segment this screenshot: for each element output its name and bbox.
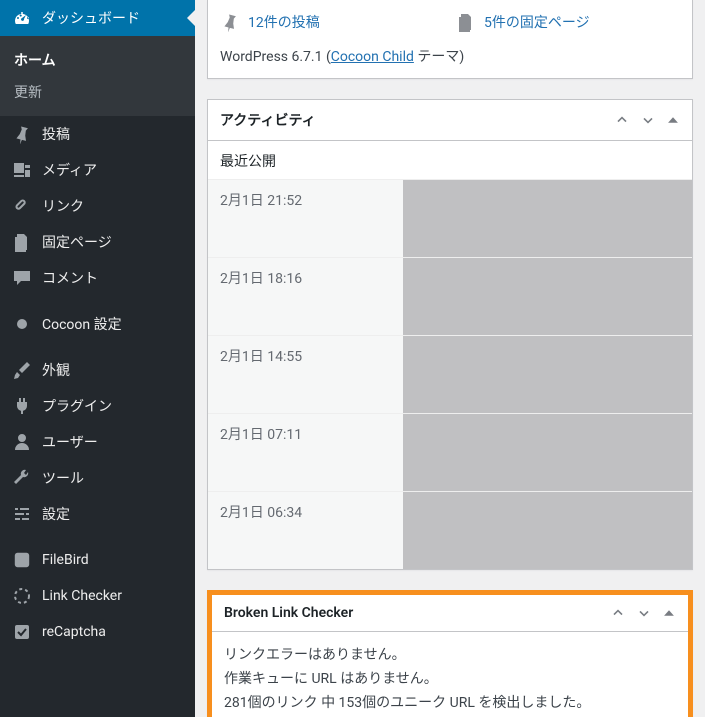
- wp-version: WordPress 6.7.1 (Cocoon Child テーマ): [220, 46, 680, 66]
- sidebar-label: Link Checker: [42, 588, 122, 604]
- sidebar-item-filebird[interactable]: FileBird: [0, 542, 195, 578]
- user-icon: [12, 432, 32, 452]
- sidebar-label: プラグイン: [42, 396, 112, 416]
- sidebar-item-media[interactable]: メディア: [0, 152, 195, 188]
- toggle-icon[interactable]: [666, 112, 680, 128]
- recent-label: 最近公開: [208, 141, 692, 179]
- sidebar-label: コメント: [42, 268, 98, 288]
- sidebar-item-links[interactable]: リンク: [0, 188, 195, 224]
- sidebar-label: 設定: [42, 504, 70, 524]
- sidebar-item-settings[interactable]: 設定: [0, 496, 195, 532]
- activity-row[interactable]: 2月1日 06:34: [208, 491, 692, 569]
- circle-icon: [12, 314, 32, 334]
- activity-time: 2月1日 07:11: [208, 414, 403, 491]
- media-icon: [12, 160, 32, 180]
- linkchecker-icon: [12, 586, 32, 606]
- move-down-icon[interactable]: [636, 605, 652, 621]
- glance-pages: 5件の固定ページ: [456, 12, 680, 32]
- main-content: 12件の投稿 5件の固定ページ WordPress 6.7.1 (Cocoon …: [195, 0, 705, 717]
- activity-thumb: [403, 492, 692, 569]
- sidebar-item-cocoon[interactable]: Cocoon 設定: [0, 306, 195, 342]
- sidebar-item-linkchecker[interactable]: Link Checker: [0, 578, 195, 614]
- blc-line2: 作業キューに URL はありません。: [224, 668, 676, 692]
- activity-thumb: [403, 336, 692, 413]
- check-icon: [12, 622, 32, 642]
- activity-thumb: [403, 258, 692, 335]
- activity-time: 2月1日 21:52: [208, 180, 403, 257]
- blc-line3: 281個のリンク 中 153個のユニーク URL を検出しました。: [224, 692, 676, 716]
- theme-link[interactable]: Cocoon Child: [331, 49, 414, 65]
- sidebar-label: 外観: [42, 360, 70, 380]
- sidebar-item-tools[interactable]: ツール: [0, 460, 195, 496]
- activity-list: 2月1日 21:52 2月1日 18:16 2月1日 14:55 2月1日 07…: [208, 179, 692, 569]
- sidebar-item-appearance[interactable]: 外観: [0, 352, 195, 388]
- move-down-icon[interactable]: [640, 112, 656, 128]
- submenu-updates[interactable]: 更新: [0, 76, 195, 108]
- at-a-glance-widget: 12件の投稿 5件の固定ページ WordPress 6.7.1 (Cocoon …: [207, 0, 693, 79]
- activity-thumb: [403, 414, 692, 491]
- comment-icon: [12, 268, 32, 288]
- pages-link[interactable]: 5件の固定ページ: [484, 12, 590, 32]
- brush-icon: [12, 360, 32, 380]
- activity-row[interactable]: 2月1日 21:52: [208, 179, 692, 257]
- dashboard-submenu: ホーム 更新: [0, 36, 195, 116]
- glance-posts: 12件の投稿: [220, 12, 444, 32]
- sidebar-item-recaptcha[interactable]: reCaptcha: [0, 614, 195, 650]
- activity-time: 2月1日 06:34: [208, 492, 403, 569]
- admin-sidebar: ダッシュボード ホーム 更新 投稿 メディア リンク 固定ページ コメント Co…: [0, 0, 195, 717]
- move-up-icon[interactable]: [610, 605, 626, 621]
- toggle-icon[interactable]: [662, 605, 676, 621]
- sidebar-item-users[interactable]: ユーザー: [0, 424, 195, 460]
- move-up-icon[interactable]: [614, 112, 630, 128]
- sidebar-label: リンク: [42, 196, 84, 216]
- sidebar-label: 固定ページ: [42, 232, 112, 252]
- activity-time: 2月1日 18:16: [208, 258, 403, 335]
- activity-row[interactable]: 2月1日 14:55: [208, 335, 692, 413]
- sidebar-label: 投稿: [42, 124, 70, 144]
- sidebar-item-posts[interactable]: 投稿: [0, 116, 195, 152]
- sidebar-label: ツール: [42, 468, 84, 488]
- posts-link[interactable]: 12件の投稿: [248, 12, 320, 32]
- activity-widget: アクティビティ 最近公開 2月1日 21:52 2月1日 18:16 2月1日 …: [207, 99, 693, 570]
- sidebar-label: reCaptcha: [42, 624, 106, 640]
- link-icon: [12, 196, 32, 216]
- blc-line1: リンクエラーはありません。: [224, 644, 676, 668]
- activity-thumb: [403, 180, 692, 257]
- pin-icon: [12, 124, 32, 144]
- sliders-icon: [12, 504, 32, 524]
- activity-row[interactable]: 2月1日 07:11: [208, 413, 692, 491]
- sidebar-label: Cocoon 設定: [42, 314, 122, 334]
- sidebar-item-plugins[interactable]: プラグイン: [0, 388, 195, 424]
- sidebar-label: メディア: [42, 160, 97, 180]
- sidebar-label: ユーザー: [42, 432, 98, 452]
- activity-row[interactable]: 2月1日 18:16: [208, 257, 692, 335]
- activity-title: アクティビティ: [220, 110, 316, 130]
- plugin-icon: [12, 396, 32, 416]
- page-icon: [456, 12, 476, 32]
- activity-time: 2月1日 14:55: [208, 336, 403, 413]
- broken-link-checker-widget: Broken Link Checker リンクエラーはありません。 作業キューに…: [207, 590, 693, 717]
- sidebar-item-dashboard[interactable]: ダッシュボード: [0, 0, 195, 36]
- wrench-icon: [12, 468, 32, 488]
- sidebar-item-comments[interactable]: コメント: [0, 260, 195, 296]
- page-icon: [12, 232, 32, 252]
- filebird-icon: [12, 550, 32, 570]
- sidebar-label: ダッシュボード: [42, 8, 140, 28]
- dashboard-icon: [12, 8, 32, 28]
- pin-icon: [220, 12, 240, 32]
- sidebar-label: FileBird: [42, 552, 89, 568]
- blc-title: Broken Link Checker: [224, 605, 353, 621]
- submenu-home[interactable]: ホーム: [0, 44, 195, 76]
- sidebar-item-pages[interactable]: 固定ページ: [0, 224, 195, 260]
